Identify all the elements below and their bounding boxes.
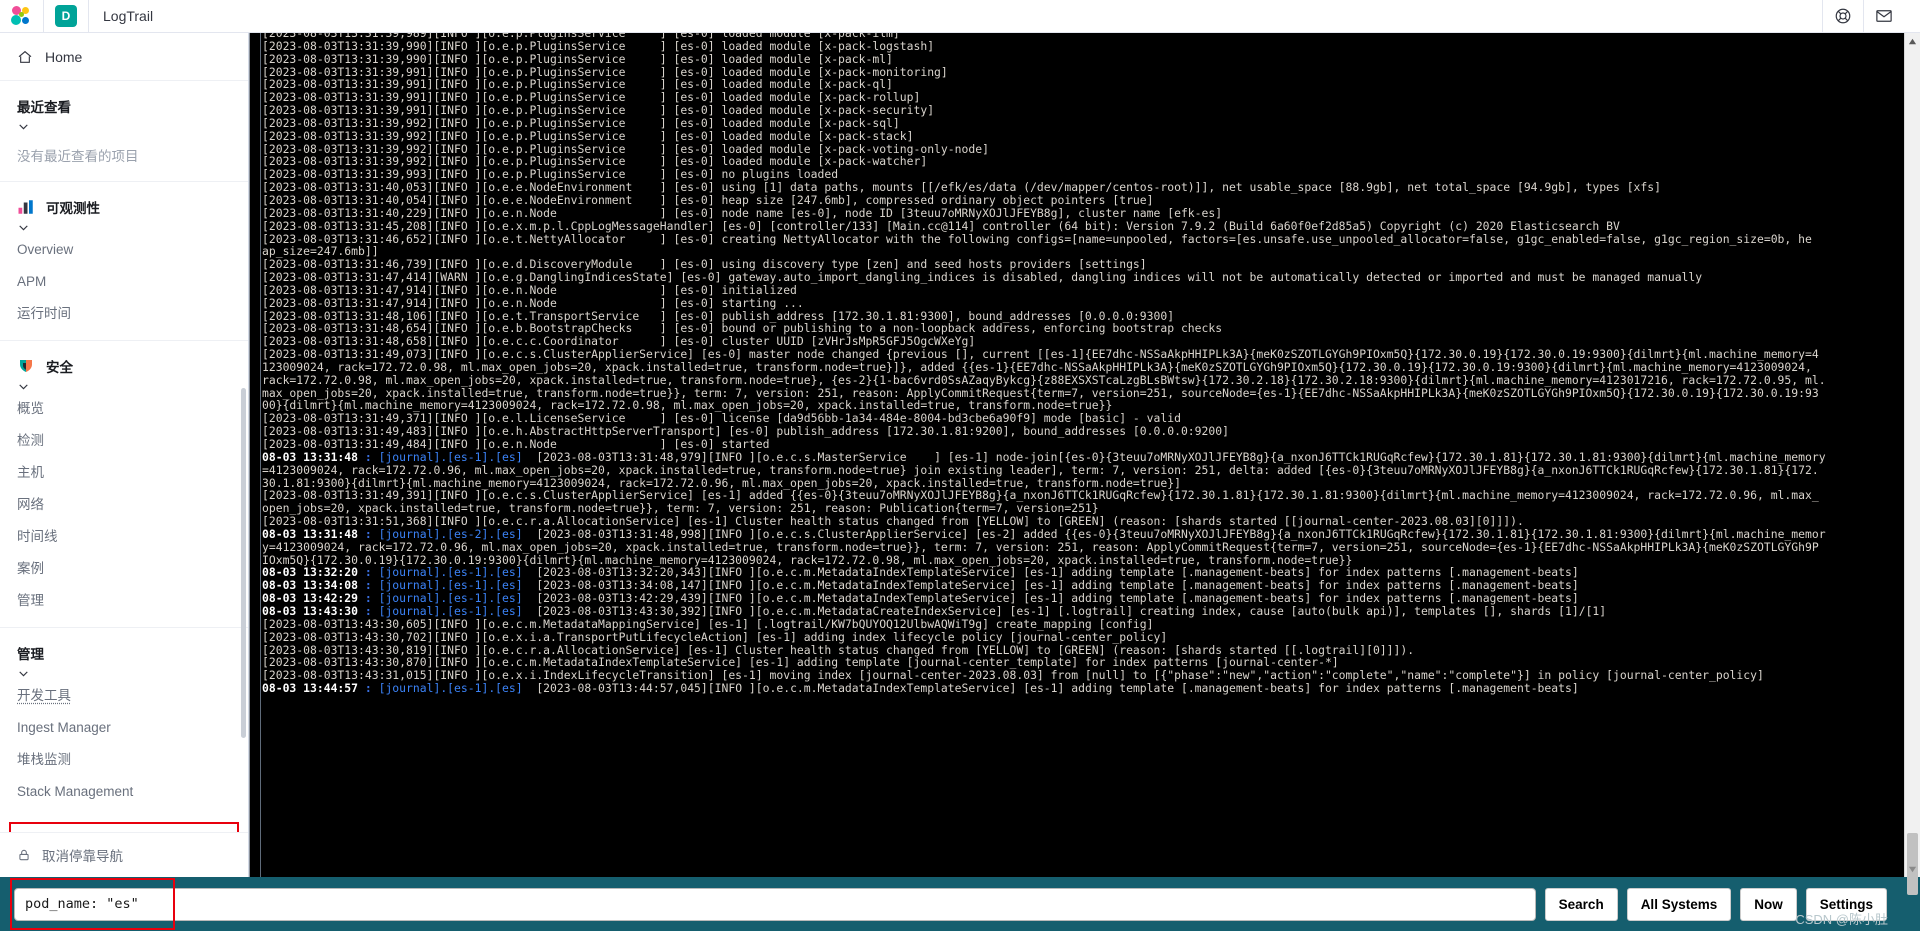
sidebar-item-uptime[interactable]: 运行时间 (17, 298, 231, 330)
sidebar-item-overview[interactable]: Overview (17, 234, 231, 266)
sidebar-item-security-network[interactable]: 网络 (17, 489, 231, 521)
sidebar-item-apm[interactable]: APM (17, 266, 231, 298)
space-selector[interactable]: D (44, 0, 88, 32)
scrollbar-down-button[interactable] (1905, 861, 1920, 877)
log-lines-container: [2023-08-03T13:31:39,989][INFO ][o.e.p.P… (262, 33, 1920, 877)
dock-navigation-toggle[interactable]: 取消停靠导航 (0, 832, 248, 877)
sidebar-item-ingest-manager[interactable]: Ingest Manager (17, 712, 231, 744)
sidebar-section-recent: 最近查看 没有最近查看的项目 (0, 81, 248, 182)
sidebar-scrollbar-thumb[interactable] (241, 388, 246, 738)
sidebar-item-security-administration[interactable]: 管理 (17, 585, 231, 617)
sidebar-item-home-label: Home (45, 48, 83, 65)
sidebar-item-security-hosts[interactable]: 主机 (17, 457, 231, 489)
sidebar-section-observability: 可观测性 Overview APM 运行时间 (0, 182, 248, 341)
search-button[interactable]: Search (1544, 887, 1618, 921)
sidebar-section-security: 安全 概览 检测 主机 网络 时间线 案例 管理 (0, 341, 248, 628)
log-line-timestamp: 08-03 13:44:57 (262, 681, 365, 696)
watermark: CSDN @陈小肚 (1795, 912, 1888, 927)
sidebar-section-security-title: 安全 (46, 360, 73, 375)
management-collapse-toggle[interactable] (17, 667, 231, 680)
lock-icon (19, 849, 29, 861)
header-spacer (167, 0, 1822, 32)
recent-empty-message: 没有最近查看的项目 (17, 149, 139, 164)
security-shield-icon (20, 360, 32, 372)
triangle-up-icon (1908, 38, 1917, 44)
page-title: LogTrail (103, 8, 154, 24)
sidebar-item-security-detections[interactable]: 检测 (17, 425, 231, 457)
chevron-down-icon (19, 671, 28, 677)
primary-navigation-sidebar: Home 最近查看 没有最近查看的项目 可观测性 Overview APM 运行… (0, 33, 249, 877)
logtrail-app-window: D LogTrail Home 最近查看 没有最近查看的项目 可观测性 Over… (0, 0, 1920, 931)
sidebar-section-security-header[interactable]: 安全 (17, 355, 231, 377)
log-output-panel[interactable]: [2023-08-03T13:31:39,989][INFO ][o.e.p.P… (249, 33, 1920, 877)
envelope-icon (1876, 10, 1892, 22)
sidebar-item-security-timelines[interactable]: 时间线 (17, 521, 231, 553)
security-collapse-toggle[interactable] (17, 380, 231, 393)
space-badge: D (55, 5, 77, 27)
search-input-wrapper (10, 877, 1536, 930)
sidebar-section-management-title: 管理 (17, 647, 44, 662)
home-icon (18, 50, 32, 63)
sidebar-item-stack-monitoring[interactable]: 堆栈监测 (17, 744, 231, 776)
sidebar-section-recent-title: 最近查看 (17, 100, 71, 115)
sidebar-section-management-header[interactable]: 管理 (17, 642, 231, 664)
life-ring-icon (1835, 8, 1851, 24)
scrollbar-up-button[interactable] (1905, 33, 1920, 49)
sidebar-item-home[interactable]: Home (0, 33, 248, 81)
search-input[interactable] (14, 887, 1536, 921)
help-button[interactable] (1823, 0, 1863, 32)
sidebar-item-security-overview[interactable]: 概览 (17, 393, 231, 425)
triangle-down-icon (1908, 866, 1917, 872)
now-button[interactable]: Now (1740, 887, 1797, 921)
dock-navigation-label: 取消停靠导航 (42, 849, 123, 864)
elastic-logo-icon (11, 5, 32, 27)
log-gutter (250, 33, 261, 877)
observability-icon (18, 200, 33, 214)
elastic-logo[interactable] (0, 0, 43, 32)
sidebar-item-security-cases[interactable]: 案例 (17, 553, 231, 585)
sidebar-item-stack-management[interactable]: Stack Management (17, 776, 231, 808)
chevron-down-icon (19, 124, 28, 130)
observability-collapse-toggle[interactable] (17, 221, 231, 234)
chevron-down-icon (19, 384, 28, 390)
log-line-message: [2023-08-03T13:44:57,045][INFO ][o.e.c.m… (536, 681, 1579, 696)
recent-collapse-toggle[interactable] (17, 120, 231, 133)
sidebar-section-observability-title: 可观测性 (46, 201, 100, 216)
page-scrollbar[interactable] (1904, 33, 1920, 895)
sidebar-section-observability-header[interactable]: 可观测性 (17, 196, 231, 218)
sidebar-section-management: 管理 开发工具 Ingest Manager 堆栈监测 Stack Manage… (0, 628, 248, 818)
chevron-down-icon (19, 225, 28, 231)
log-line: [2023-08-03T13:31:46,652][INFO ][o.e.t.N… (262, 231, 1920, 246)
log-line-message: [2023-08-03T13:31:46,652][INFO ][o.e.t.N… (262, 231, 1812, 246)
header-scroll-pad (1904, 0, 1920, 32)
log-line-separator: : (364, 681, 379, 696)
all-systems-button[interactable]: All Systems (1626, 887, 1732, 921)
main-body: Home 最近查看 没有最近查看的项目 可观测性 Overview APM 运行… (0, 33, 1920, 895)
log-line-source-link[interactable]: [journal].[es-1].[es] (379, 681, 537, 695)
sidebar-item-dev-tools[interactable]: 开发工具 (17, 680, 231, 712)
top-header-bar: D LogTrail (0, 0, 1920, 33)
news-feed-button[interactable] (1864, 0, 1904, 32)
logtrail-search-bar: Search All Systems Now Settings CSDN @陈小… (0, 877, 1920, 931)
log-line-highlighted: 08-03 13:44:57 : [journal].[es-1].[es] [… (262, 682, 1920, 695)
